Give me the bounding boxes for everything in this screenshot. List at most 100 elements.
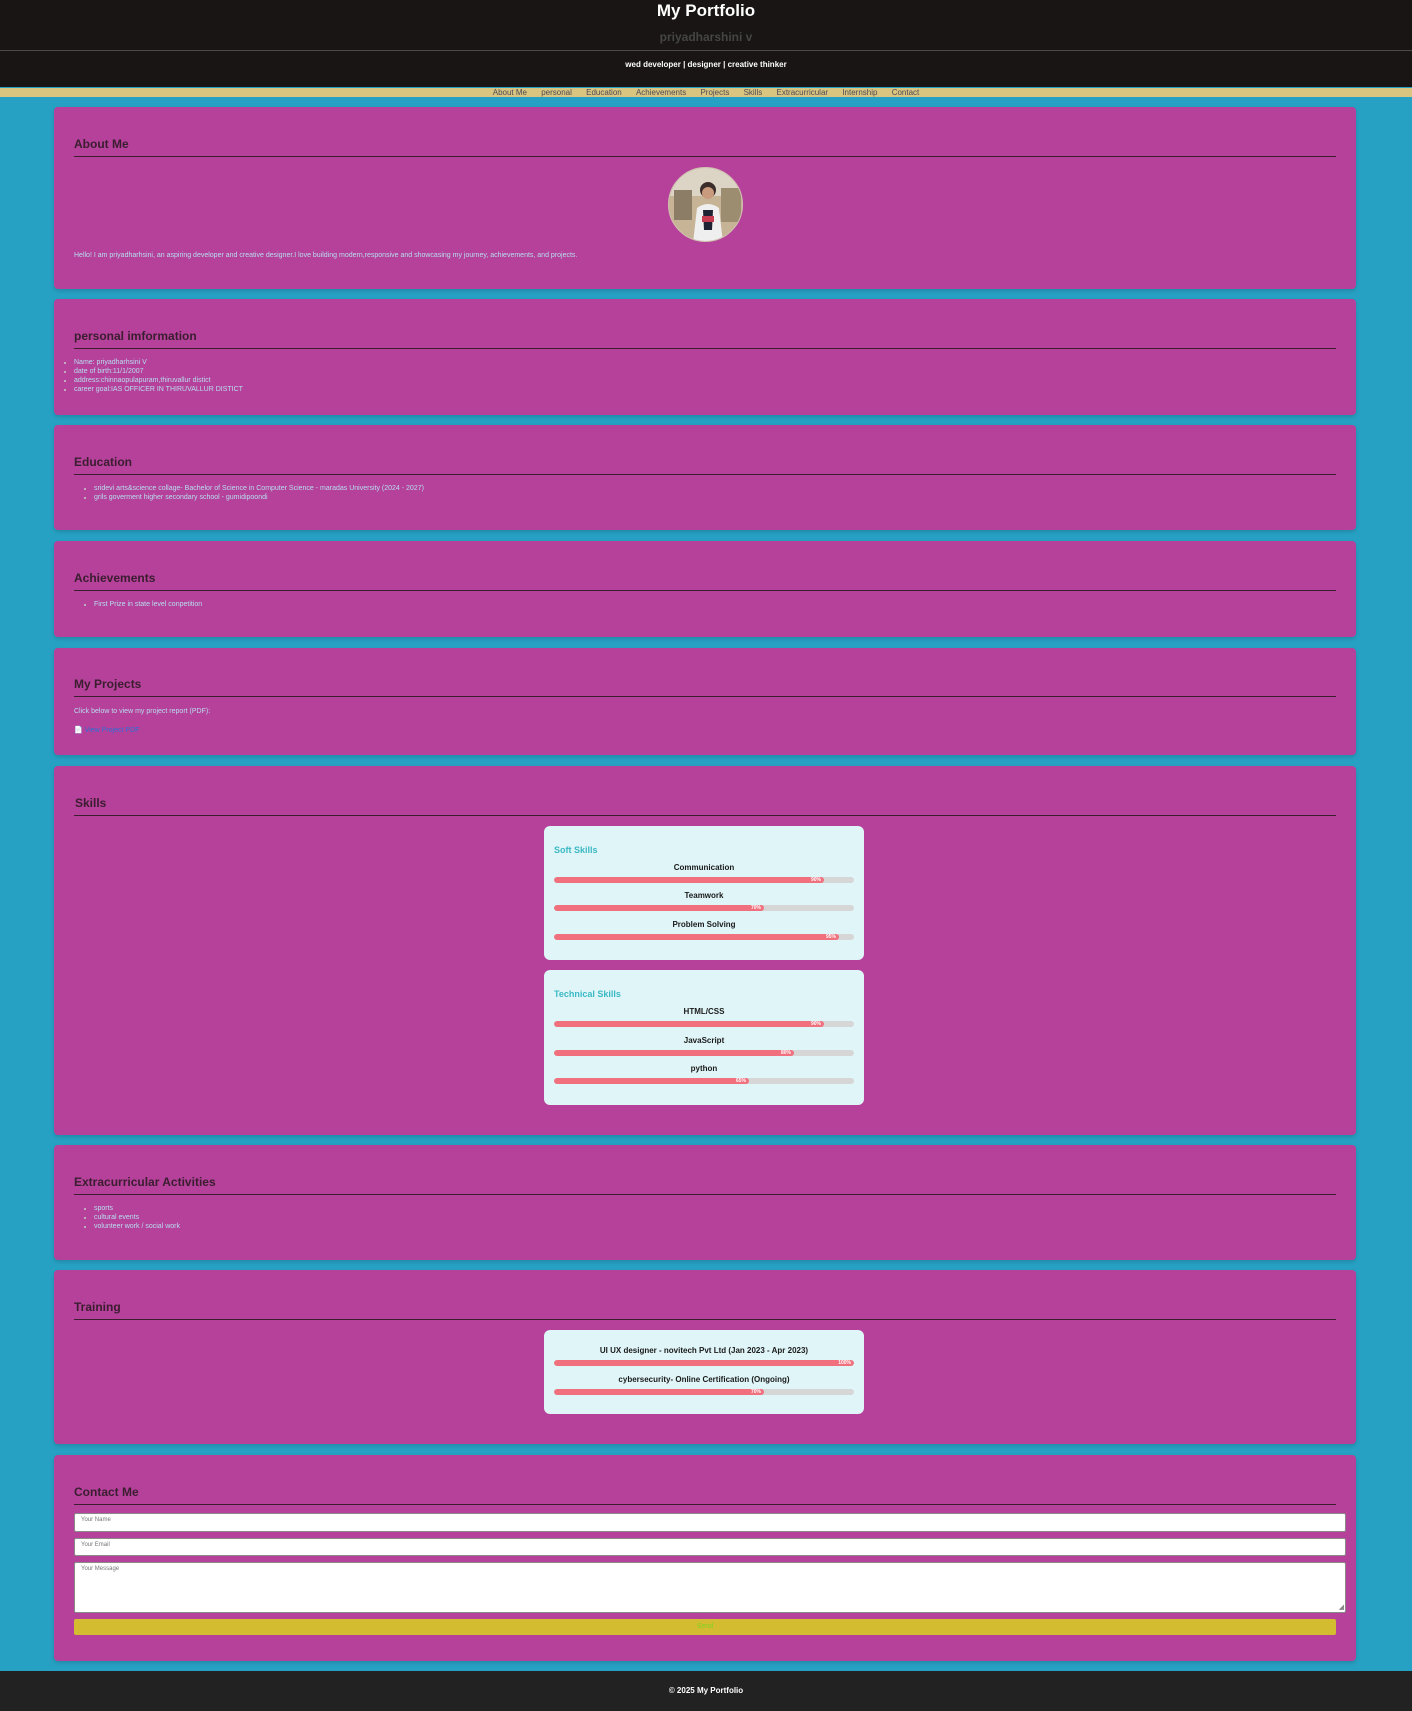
email-input[interactable]: Your Email — [74, 1538, 1346, 1556]
site-title: My Portfolio — [656, 1, 756, 20]
skill-bar: 65% — [554, 1078, 854, 1084]
training-name: UI UX designer - novitech Pvt Ltd (Jan 2… — [599, 1346, 809, 1355]
message-placeholder: Your Message — [81, 1566, 120, 1572]
skill-percent: 80% — [780, 1050, 791, 1056]
list-item: date of birth:11/1/2007 — [74, 367, 243, 376]
contact-section: Contact Me Your Name Your Email Your Mes… — [54, 1455, 1356, 1661]
project-pdf-link-label: View Project PDF — [84, 727, 140, 734]
training-heading: Training — [74, 1300, 121, 1314]
skill-bar: 90% — [554, 877, 854, 883]
training-bar-fill: 70% — [554, 1389, 764, 1395]
message-textarea[interactable]: Your Message ◢ — [74, 1562, 1346, 1613]
extracurricular-list: sports cultural events volunteer work / … — [94, 1204, 180, 1231]
list-item: career goal:IAS OFFICER IN THIRUVALLUR D… — [74, 385, 243, 394]
skill-bar: 80% — [554, 1050, 854, 1056]
skill-bar-fill: 80% — [554, 1050, 794, 1056]
projects-heading: My Projects — [74, 677, 142, 691]
soft-skills-title: Soft Skills — [554, 845, 598, 855]
achievements-heading: Achievements — [74, 571, 156, 585]
list-item: Name: priyadharhsini V — [74, 358, 243, 367]
profile-avatar — [668, 167, 743, 242]
main-nav: About Me personal Education Achievements… — [0, 88, 1412, 97]
skill-percent: 70% — [750, 905, 761, 911]
list-item: First Prize in state level conpetition — [94, 600, 202, 609]
skills-divider — [74, 815, 1336, 816]
nav-link-extracurricular[interactable]: Extracurricular — [777, 88, 829, 97]
personal-section: personal imformation Name: priyadharhsin… — [54, 299, 1356, 415]
contact-heading: Contact Me — [74, 1485, 139, 1499]
training-bar: 70% — [554, 1389, 854, 1395]
site-owner-name: priyadharshini v — [659, 30, 753, 44]
skill-name: Teamwork — [684, 891, 724, 900]
training-percent: 70% — [750, 1389, 761, 1395]
education-section: Education sridevi arts&science collage- … — [54, 425, 1356, 530]
skill-name: Communication — [673, 863, 735, 872]
skills-section: Skills Soft Skills Communication 90% Tea… — [54, 766, 1356, 1135]
about-divider — [74, 156, 1336, 157]
skill-bar-fill: 90% — [554, 1021, 824, 1027]
soft-skills-card: Soft Skills Communication 90% Teamwork 7… — [544, 826, 864, 960]
nav-link-projects[interactable]: Projects — [700, 88, 729, 97]
extracurricular-divider — [74, 1194, 1336, 1195]
skill-percent: 65% — [735, 1078, 746, 1084]
document-icon: 📄 — [74, 727, 83, 734]
skill-percent: 90% — [810, 1021, 821, 1027]
education-divider — [74, 474, 1336, 475]
about-section: About Me Hello! I am priyadharhsini, an … — [54, 107, 1356, 289]
skill-name: HTML/CSS — [683, 1007, 725, 1016]
skills-heading: Skills — [75, 796, 107, 810]
site-header: My Portfolio priyadharshini v wed develo… — [0, 0, 1412, 87]
skill-bar-fill: 90% — [554, 877, 824, 883]
name-input[interactable]: Your Name — [74, 1513, 1346, 1532]
nav-link-skills[interactable]: Skills — [744, 88, 763, 97]
training-divider — [74, 1319, 1336, 1320]
extracurricular-heading: Extracurricular Activities — [74, 1175, 216, 1189]
skill-name: Problem Solving — [672, 920, 736, 929]
skill-bar-fill: 95% — [554, 934, 839, 940]
extracurricular-section: Extracurricular Activities sports cultur… — [54, 1145, 1356, 1260]
projects-intro: Click below to view my project report (P… — [74, 708, 211, 715]
technical-skills-card: Technical Skills HTML/CSS 90% JavaScript… — [544, 970, 864, 1105]
nav-link-personal[interactable]: personal — [541, 88, 572, 97]
skill-name: JavaScript — [683, 1036, 725, 1045]
personal-info-list: Name: priyadharhsini V date of birth:11/… — [74, 358, 243, 394]
list-item: address:chinnaopulapuram,thiruvallur dis… — [74, 376, 243, 385]
nav-link-about[interactable]: About Me — [493, 88, 527, 97]
training-bar: 100% — [554, 1360, 854, 1366]
personal-heading: personal imformation — [74, 329, 197, 343]
list-item: volunteer work / social work — [94, 1222, 180, 1231]
list-item: cultural events — [94, 1213, 180, 1222]
projects-section: My Projects Click below to view my proje… — [54, 648, 1356, 755]
achievements-divider — [74, 590, 1336, 591]
send-button[interactable]: Send — [74, 1619, 1336, 1635]
site-footer: © 2025 My Portfolio — [0, 1671, 1412, 1711]
achievements-list: First Prize in state level conpetition — [94, 600, 202, 609]
education-list: sridevi arts&science collage- Bachelor o… — [94, 484, 424, 502]
training-name: cybersecurity- Online Certification (Ong… — [618, 1375, 790, 1384]
project-pdf-link[interactable]: 📄 View Project PDF — [74, 726, 139, 734]
nav-link-internship[interactable]: Internship — [842, 88, 877, 97]
skill-bar: 95% — [554, 934, 854, 940]
personal-divider — [74, 348, 1336, 349]
header-divider — [0, 50, 1412, 51]
technical-skills-title: Technical Skills — [554, 989, 621, 999]
site-tagline: wed developer | designer | creative thin… — [625, 60, 787, 69]
nav-link-education[interactable]: Education — [586, 88, 622, 97]
resize-handle-icon[interactable]: ◢ — [1339, 1603, 1344, 1611]
skill-bar-fill: 70% — [554, 905, 764, 911]
skill-percent: 90% — [810, 877, 821, 883]
nav-link-achievements[interactable]: Achievements — [636, 88, 686, 97]
contact-divider — [74, 1504, 1336, 1505]
nav-link-contact[interactable]: Contact — [892, 88, 920, 97]
training-bar-fill: 100% — [554, 1360, 854, 1366]
education-heading: Education — [74, 455, 133, 469]
about-heading: About Me — [74, 137, 129, 151]
skill-percent: 95% — [825, 934, 836, 940]
training-section: Training UI UX designer - novitech Pvt L… — [54, 1270, 1356, 1444]
list-item: sridevi arts&science collage- Bachelor o… — [94, 484, 424, 493]
skill-bar: 70% — [554, 905, 854, 911]
list-item: sports — [94, 1204, 180, 1213]
achievements-section: Achievements First Prize in state level … — [54, 541, 1356, 637]
projects-divider — [74, 696, 1336, 697]
skill-name: python — [690, 1064, 718, 1073]
